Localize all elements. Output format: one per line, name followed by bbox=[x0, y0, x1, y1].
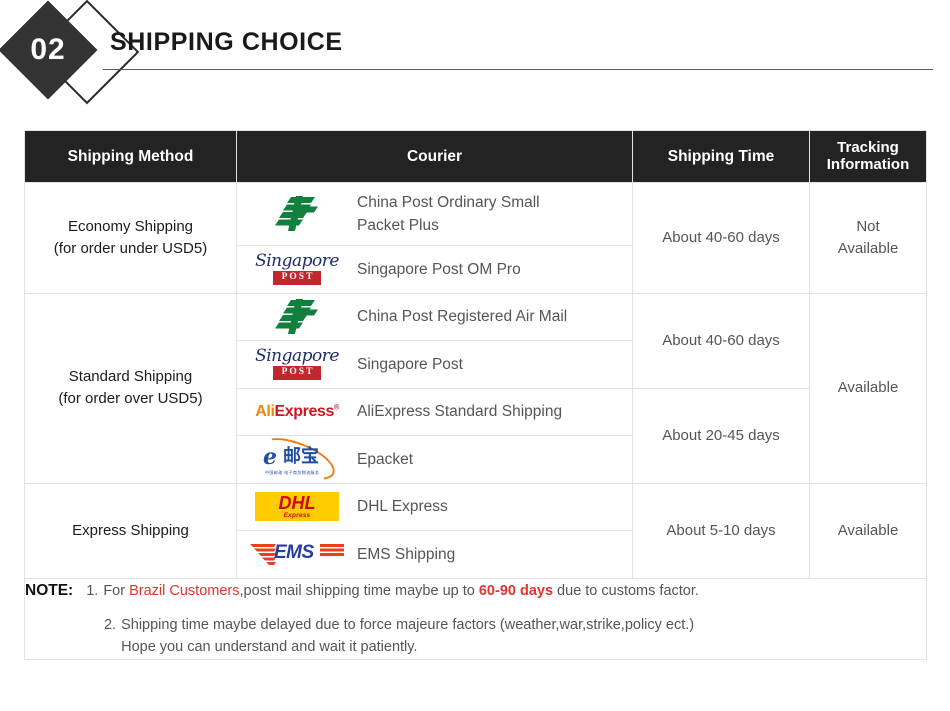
method-cell-economy: Economy Shipping (for order under USD5) bbox=[25, 183, 237, 294]
note-item-1-number: 1. bbox=[86, 581, 98, 603]
singapore-post-badge: POST bbox=[273, 271, 322, 285]
courier-cell-ems-shipping: EMS EMS Shipping bbox=[237, 531, 633, 579]
note-item-2-line1: Shipping time maybe delayed due to force… bbox=[121, 617, 694, 633]
courier-cell-china-post-small-packet: China Post Ordinary Small Packet Plus bbox=[237, 183, 633, 246]
table-row-note: NOTE: 1. For Brazil Customers,post mail … bbox=[25, 578, 927, 659]
note-item-1-part2: ,post mail shipping time maybe up to bbox=[239, 583, 478, 599]
epacket-logo-subtitle: 中国邮政 电子商务物流服务 bbox=[265, 470, 319, 476]
column-header-shipping-time: Shipping Time bbox=[633, 131, 810, 183]
method-label-line1: Standard Shipping bbox=[25, 366, 236, 388]
method-label-line2: (for order under USD5) bbox=[25, 238, 236, 260]
courier-label: AliExpress Standard Shipping bbox=[357, 400, 562, 423]
note-item-1: NOTE: 1. For Brazil Customers,post mail … bbox=[25, 579, 926, 603]
china-post-logo bbox=[237, 298, 357, 336]
column-header-tracking-information: Tracking Information bbox=[810, 131, 927, 183]
epacket-logo-chinese: 邮宝 bbox=[283, 447, 319, 465]
column-header-courier: Courier bbox=[237, 131, 633, 183]
note-item-2: 2. Shipping time maybe delayed due to fo… bbox=[104, 615, 926, 659]
courier-cell-dhl-express: DHL Express DHL Express bbox=[237, 483, 633, 531]
aliexpress-logo-part2: Express bbox=[275, 403, 334, 420]
courier-cell-singapore-post-om-pro: Singapore POST Singapore Post OM Pro bbox=[237, 246, 633, 294]
ems-logo: EMS bbox=[237, 541, 357, 567]
courier-label: Singapore Post OM Pro bbox=[357, 258, 521, 281]
shipping-time-cell-standard-post: About 40-60 days bbox=[633, 293, 810, 388]
aliexpress-logo-part1: Ali bbox=[255, 403, 274, 420]
china-post-logo-glyph bbox=[274, 298, 320, 336]
note-section: NOTE: 1. For Brazil Customers,post mail … bbox=[25, 578, 927, 659]
courier-label-line2: Packet Plus bbox=[357, 217, 439, 234]
tracking-cell-economy: Not Available bbox=[810, 183, 927, 294]
table-row: Economy Shipping (for order under USD5) bbox=[25, 183, 927, 246]
singapore-post-script: Singapore bbox=[255, 253, 339, 270]
note-item-1-part3: due to customs factor. bbox=[553, 583, 699, 599]
note-item-1-highlight-days: 60-90 days bbox=[479, 583, 553, 599]
singapore-post-badge: POST bbox=[273, 366, 322, 380]
note-label: NOTE: bbox=[25, 579, 73, 602]
ems-logo-text: EMS bbox=[274, 543, 314, 562]
note-item-2-line2: Hope you can understand and wait it pati… bbox=[121, 639, 417, 655]
dhl-logo-text: DHL bbox=[279, 494, 316, 512]
courier-label-line1: China Post Ordinary Small bbox=[357, 194, 540, 211]
header-divider bbox=[103, 69, 933, 70]
note-item-1-part1: For bbox=[103, 583, 129, 599]
china-post-logo bbox=[237, 195, 357, 233]
courier-label: DHL Express bbox=[357, 495, 448, 518]
page-title: SHIPPING CHOICE bbox=[110, 28, 343, 57]
courier-label: Singapore Post bbox=[357, 353, 463, 376]
column-header-shipping-method: Shipping Method bbox=[25, 131, 237, 183]
courier-cell-aliexpress-standard: AliExpress® AliExpress Standard Shipping bbox=[237, 388, 633, 436]
tracking-header-line1: Tracking bbox=[837, 139, 899, 156]
note-item-1-highlight-brazil: Brazil Customers bbox=[129, 583, 239, 599]
method-cell-standard: Standard Shipping (for order over USD5) bbox=[25, 293, 237, 483]
shipping-time-cell-standard-express: About 20-45 days bbox=[633, 388, 810, 483]
courier-label: China Post Ordinary Small Packet Plus bbox=[357, 191, 540, 238]
method-label-line1: Economy Shipping bbox=[25, 216, 236, 238]
singapore-post-logo: Singapore POST bbox=[237, 348, 357, 380]
tracking-cell-express: Available bbox=[810, 483, 927, 578]
courier-cell-epacket: e 邮宝 中国邮政 电子商务物流服务 Epacket bbox=[237, 436, 633, 484]
note-item-2-text: Shipping time maybe delayed due to force… bbox=[121, 615, 694, 659]
tracking-value-line1: Not bbox=[810, 216, 926, 238]
singapore-post-script: Singapore bbox=[255, 348, 339, 365]
method-label-line1: Express Shipping bbox=[25, 520, 236, 542]
courier-cell-singapore-post: Singapore POST Singapore Post bbox=[237, 341, 633, 389]
shipping-time-cell-economy: About 40-60 days bbox=[633, 183, 810, 294]
table-header-row: Shipping Method Courier Shipping Time Tr… bbox=[25, 131, 927, 183]
section-header: 02 SHIPPING CHOICE bbox=[0, 0, 950, 100]
trademark-icon: ® bbox=[334, 404, 339, 411]
shipping-time-cell-express: About 5-10 days bbox=[633, 483, 810, 578]
table-row: Express Shipping DHL Express DHL Express… bbox=[25, 483, 927, 531]
courier-label: China Post Registered Air Mail bbox=[357, 305, 567, 328]
dhl-logo: DHL Express bbox=[237, 492, 357, 521]
shipping-table: Shipping Method Courier Shipping Time Tr… bbox=[24, 130, 927, 660]
china-post-logo-glyph bbox=[274, 195, 320, 233]
shipping-table-container: Shipping Method Courier Shipping Time Tr… bbox=[24, 130, 926, 660]
tracking-value-line2: Available bbox=[810, 238, 926, 260]
dhl-logo-subtitle: Express bbox=[284, 513, 311, 520]
courier-cell-china-post-registered: China Post Registered Air Mail bbox=[237, 293, 633, 341]
step-number: 02 bbox=[13, 15, 83, 85]
note-item-2-number: 2. bbox=[104, 615, 116, 637]
singapore-post-logo: Singapore POST bbox=[237, 253, 357, 285]
epacket-logo: e 邮宝 中国邮政 电子商务物流服务 bbox=[237, 442, 357, 476]
method-label-line2: (for order over USD5) bbox=[25, 388, 236, 410]
note-item-1-text: For Brazil Customers,post mail shipping … bbox=[103, 581, 699, 603]
courier-label: EMS Shipping bbox=[357, 543, 455, 566]
courier-label: Epacket bbox=[357, 448, 413, 471]
epacket-logo-e: e bbox=[263, 446, 277, 468]
tracking-cell-standard: Available bbox=[810, 293, 927, 483]
method-cell-express: Express Shipping bbox=[25, 483, 237, 578]
table-row: Standard Shipping (for order over USD5) bbox=[25, 293, 927, 341]
aliexpress-logo: AliExpress® bbox=[237, 403, 357, 421]
tracking-header-line2: Information bbox=[827, 156, 910, 173]
